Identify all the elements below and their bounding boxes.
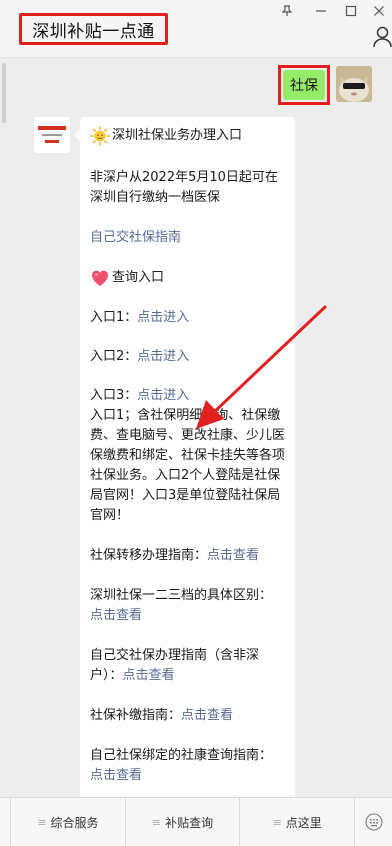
- menu-label-subsidy-query: 补贴查询: [165, 815, 214, 830]
- guide-link-3[interactable]: 点击查看: [123, 668, 175, 683]
- guide-item-3: 自己交社保办理指南（含非深户）：点击查看: [90, 646, 285, 686]
- self-guide-link[interactable]: 自己交社保指南: [90, 230, 181, 245]
- menu-label-services: 综合服务: [50, 815, 99, 830]
- menu-item-subsidy-query[interactable]: ≡ 补贴查询: [124, 798, 240, 846]
- menu-list-icon: ≡: [37, 815, 47, 829]
- minimize-icon[interactable]: [313, 3, 329, 19]
- entry-link-2[interactable]: 点击进入: [137, 349, 189, 364]
- keyboard-icon[interactable]: [354, 798, 392, 846]
- entry-row-3: 入口3：点击进入: [90, 386, 285, 406]
- user-avatar[interactable]: [336, 66, 372, 102]
- guide-text-4: 社保补缴指南：: [90, 708, 182, 723]
- guide-text-1: 社保转移办理指南：: [90, 548, 208, 563]
- entry-link-1[interactable]: 点击进入: [137, 310, 189, 325]
- close-icon[interactable]: [371, 3, 387, 19]
- bottom-menu: ≡ 综合服务 ≡ 补贴查询 ≡ 点这里: [0, 797, 392, 846]
- bot-message-bubble: 深圳社保业务办理入口 非深户从2022年5月10日起可在深圳自行缴纳一档医保 自…: [74, 117, 295, 797]
- maximize-icon[interactable]: [343, 3, 359, 19]
- query-header-text: 查询入口: [112, 270, 165, 285]
- guide-link-1[interactable]: 点击查看: [207, 548, 259, 563]
- guide-link-5[interactable]: 点击查看: [90, 768, 142, 783]
- guide-text-2: 深圳社保一二三档的具体区别：: [90, 588, 273, 603]
- intro-text: 非深户从2022年5月10日起可在深圳自行缴纳一档医保: [90, 170, 278, 205]
- entry-row-1: 入口1：点击进入: [90, 308, 285, 328]
- menu-item-services[interactable]: ≡ 综合服务: [10, 798, 125, 846]
- scrollbar[interactable]: [2, 63, 6, 123]
- entry-link-3[interactable]: 点击进入: [137, 388, 189, 403]
- user-message-highlight: 社保: [278, 65, 330, 105]
- guide-item-4: 社保补缴指南：点击查看: [90, 706, 285, 726]
- chat-title: 深圳补贴一点通: [19, 13, 168, 45]
- guide-link-4[interactable]: 点击查看: [181, 708, 233, 723]
- service-header: 深圳社保业务办理入口: [90, 125, 285, 147]
- title-bar: 深圳补贴一点通: [0, 0, 392, 58]
- guide-item-1: 社保转移办理指南：点击查看: [90, 546, 285, 566]
- chat-area[interactable]: 社保 深圳社保业务办理入口 非深户从2022年5月10日起可在深圳自行缴纳一档医…: [0, 59, 392, 797]
- bot-avatar[interactable]: [34, 117, 70, 153]
- service-header-text: 深圳社保业务办理入口: [112, 128, 243, 143]
- guide-text-5: 自己社保绑定的社康查询指南：: [90, 748, 273, 763]
- entry-description: 入口1；含社保明细查询、社保缴费、查电脑号、更改社康、少儿医保缴费和绑定、社保卡…: [90, 408, 286, 523]
- sun-icon: [90, 126, 110, 146]
- user-message-bubble[interactable]: 社保: [283, 70, 325, 100]
- menu-item-click-here[interactable]: ≡ 点这里: [239, 798, 354, 846]
- pin-icon[interactable]: [279, 3, 295, 19]
- menu-label-click-here: 点这里: [285, 815, 322, 830]
- guide-item-5: 自己社保绑定的社康查询指南： 点击查看: [90, 746, 285, 786]
- menu-list-icon: ≡: [151, 815, 162, 829]
- entry-label-1: 入口1：: [90, 310, 138, 325]
- query-header: 查询入口: [90, 267, 285, 289]
- user-profile-icon[interactable]: [373, 26, 392, 48]
- guide-item-2: 深圳社保一二三档的具体区别： 点击查看: [90, 586, 285, 626]
- menu-left-spacer: [0, 798, 10, 846]
- entry-label-2: 入口2：: [90, 349, 138, 364]
- heart-icon: [91, 270, 109, 286]
- guide-link-2[interactable]: 点击查看: [90, 608, 142, 623]
- menu-list-icon: ≡: [272, 815, 282, 829]
- entry-row-2: 入口2：点击进入: [90, 347, 285, 367]
- entry-label-3: 入口3：: [90, 388, 138, 403]
